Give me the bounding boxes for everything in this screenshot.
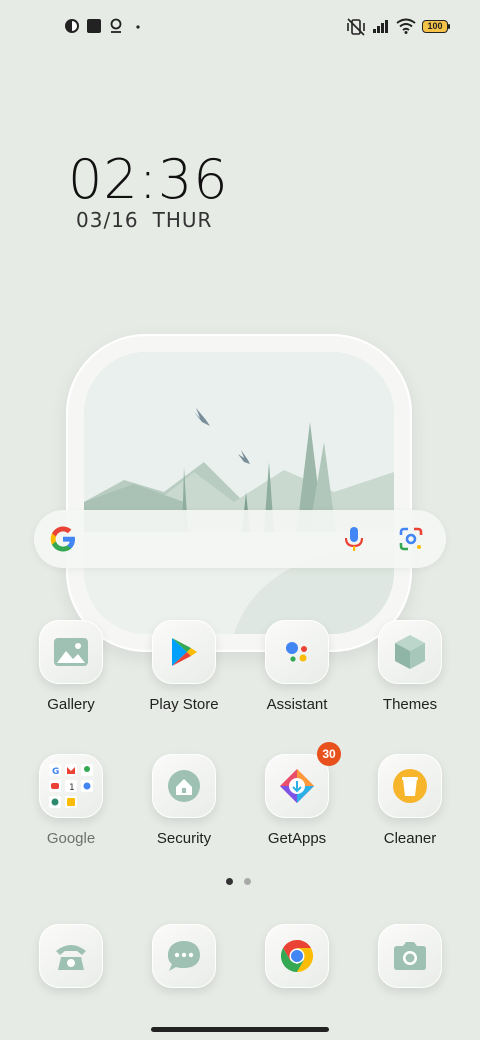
clock-date: 03/16 THUR xyxy=(76,208,212,232)
svg-text:G: G xyxy=(52,767,59,777)
landscape-window-icon xyxy=(84,352,394,634)
mic-icon[interactable] xyxy=(342,525,366,553)
clock-time: 02:36 xyxy=(68,148,229,211)
clock-widget[interactable]: 02:36 03/16 THUR xyxy=(68,148,229,232)
app-assistant[interactable]: Assistant xyxy=(247,620,347,713)
app-folder-google[interactable]: G 1 Google xyxy=(21,754,121,847)
app-gallery[interactable]: Gallery xyxy=(21,620,121,713)
app-play-store[interactable]: Play Store xyxy=(134,620,234,713)
play-store-icon xyxy=(172,638,197,666)
app-label: Google xyxy=(46,830,96,847)
home-indicator[interactable] xyxy=(151,1027,329,1032)
notification-badge: 30 xyxy=(317,742,341,766)
gallery-icon xyxy=(54,638,88,666)
dot-icon xyxy=(136,25,140,29)
app-security-tile xyxy=(152,754,216,818)
vibrate-mute-icon xyxy=(347,18,365,36)
status-bar: 100 xyxy=(0,0,480,56)
app-themes-tile xyxy=(378,620,442,684)
battery-icon: 100 xyxy=(422,20,450,33)
app-security[interactable]: Security xyxy=(134,754,234,847)
app-label: Gallery xyxy=(47,696,95,713)
app-gallery-tile xyxy=(39,620,103,684)
messages-icon xyxy=(168,941,200,971)
wifi-icon xyxy=(396,18,416,34)
dock-chrome[interactable] xyxy=(247,924,347,988)
themes-icon xyxy=(395,635,425,669)
security-icon xyxy=(168,770,200,802)
dock-camera[interactable] xyxy=(360,924,460,988)
app-themes[interactable]: Themes xyxy=(360,620,460,713)
app-label: Security xyxy=(156,830,212,847)
chrome-icon xyxy=(280,939,314,973)
app-getapps[interactable]: 30 GetApps xyxy=(247,742,347,847)
circle-half-icon xyxy=(65,19,79,33)
page-dot xyxy=(244,878,251,885)
svg-text:1: 1 xyxy=(69,783,75,793)
app-label: Themes xyxy=(382,696,438,713)
dock-messages-tile xyxy=(152,924,216,988)
google-search-bar[interactable] xyxy=(34,510,446,568)
folder-icon: G 1 xyxy=(49,764,93,808)
app-label: GetApps xyxy=(267,830,327,847)
app-label: Cleaner xyxy=(383,830,437,847)
google-g-icon xyxy=(50,526,75,552)
app-cleaner[interactable]: Cleaner xyxy=(360,754,460,847)
dock-phone-tile xyxy=(39,924,103,988)
google-lens-icon[interactable] xyxy=(398,526,424,552)
app-assistant-tile xyxy=(265,620,329,684)
phone-icon xyxy=(56,945,86,970)
square-icon xyxy=(87,19,101,33)
app-play-store-tile xyxy=(152,620,216,684)
weekday-text: THUR xyxy=(152,208,213,232)
cleaner-icon xyxy=(393,769,427,803)
dock-messages[interactable] xyxy=(134,924,234,988)
app-label: Assistant xyxy=(266,696,328,713)
dock-chrome-tile xyxy=(265,924,329,988)
location-pin-icon xyxy=(110,18,122,33)
app-label: Play Store xyxy=(149,696,219,713)
date-text: 03/16 xyxy=(76,208,139,232)
page-dot-active xyxy=(226,878,233,885)
battery-level-text: 100 xyxy=(427,21,443,31)
signal-icon xyxy=(373,20,388,33)
landscape-widget[interactable] xyxy=(66,334,412,652)
dock-camera-tile xyxy=(378,924,442,988)
camera-icon xyxy=(394,942,426,970)
assistant-icon xyxy=(286,642,307,662)
dock-phone[interactable] xyxy=(21,924,121,988)
app-getapps-tile: 30 xyxy=(265,742,341,818)
getapps-icon xyxy=(280,769,314,803)
app-cleaner-tile xyxy=(378,754,442,818)
app-folder-tile: G 1 xyxy=(39,754,103,818)
